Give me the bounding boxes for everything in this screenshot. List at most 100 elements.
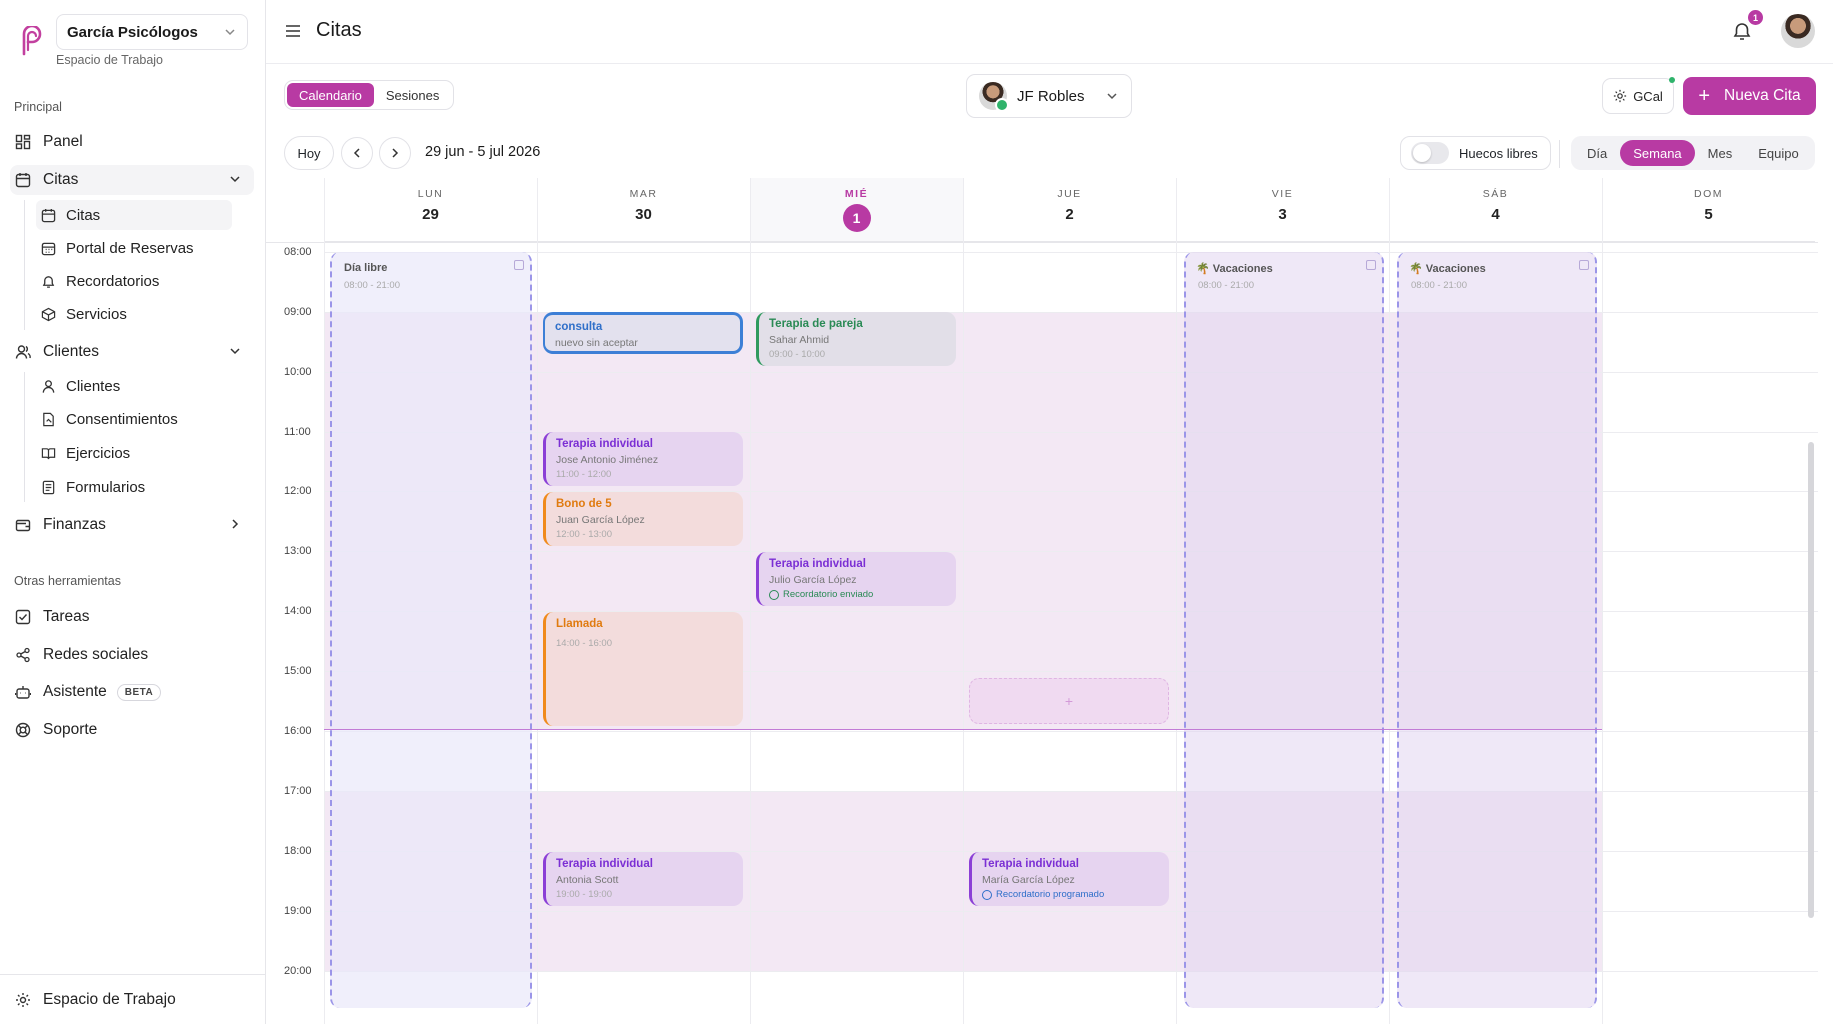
page-title: Citas — [316, 19, 362, 41]
event-title: Terapia individual — [556, 858, 653, 870]
column-divider — [1389, 178, 1390, 1024]
new-appointment-button[interactable]: + Nueva Cita — [1683, 77, 1816, 115]
brand-logo-icon[interactable] — [18, 26, 44, 56]
submenu-guide — [24, 372, 25, 502]
calendar-icon — [1366, 260, 1376, 270]
checkbox-icon — [14, 608, 32, 626]
nav-item-asistente[interactable]: Asistente BETA — [10, 677, 254, 707]
sub-item-portal-reservas[interactable]: Portal de Reservas — [36, 233, 232, 263]
gear-icon — [1614, 89, 1627, 103]
dashboard-icon — [14, 133, 32, 151]
time-off-block-dia-libre[interactable] — [330, 252, 532, 1008]
time-off-time: 08:00 - 21:00 — [1411, 280, 1467, 291]
new-appointment-label: Nueva Cita — [1724, 87, 1801, 104]
calendar-scrollbar[interactable] — [1808, 442, 1814, 918]
sub-label: Formularios — [66, 478, 146, 496]
sub-item-consentimientos[interactable]: Consentimientos — [36, 404, 232, 434]
day-header-lun[interactable]: LUN 29 — [324, 178, 537, 242]
event-time: 11:00 - 12:00 — [556, 469, 612, 480]
gcal-settings-button[interactable]: GCal — [1602, 77, 1675, 114]
workspace-select[interactable]: García Psicólogos — [56, 14, 248, 50]
top-bar: Citas 1 — [266, 0, 1833, 64]
sub-item-clientes[interactable]: Clientes — [36, 371, 232, 401]
next-week-button[interactable] — [379, 137, 411, 169]
sub-item-formularios[interactable]: Formularios — [36, 472, 232, 502]
today-button[interactable]: Hoy — [284, 136, 334, 170]
hour-label: 18:00 — [284, 845, 312, 857]
user-avatar[interactable] — [1781, 14, 1815, 48]
workspace-settings-link[interactable]: Espacio de Trabajo — [10, 985, 254, 1015]
day-header-sab[interactable]: SÁB 4 — [1389, 178, 1602, 242]
time-off-label: Vacaciones — [1425, 263, 1486, 275]
calendar-icon — [40, 207, 56, 223]
tab-sesiones[interactable]: Sesiones — [374, 83, 451, 107]
date-range: 29 jun - 5 jul 2026 — [425, 144, 541, 160]
chevron-down-icon — [230, 348, 240, 355]
new-appointment-slot[interactable]: + — [969, 678, 1169, 724]
view-equipo[interactable]: Equipo — [1745, 140, 1811, 166]
time-off-time: 08:00 - 21:00 — [1198, 280, 1254, 291]
document-signature-icon — [40, 411, 56, 427]
event-terapia-individual[interactable]: Terapia individual Jose Antonio Jiménez … — [543, 432, 743, 486]
day-header-vie[interactable]: VIE 3 — [1176, 178, 1389, 242]
tab-calendario[interactable]: Calendario — [287, 83, 374, 107]
sub-item-recordatorios[interactable]: Recordatorios — [36, 266, 232, 296]
day-of-week: VIE — [1271, 188, 1294, 200]
hamburger-icon[interactable] — [284, 22, 302, 40]
day-of-week: MIÉ — [844, 188, 869, 200]
professional-select[interactable]: JF Robles — [966, 74, 1132, 118]
reminder-status: Recordatorio enviado — [769, 589, 946, 600]
free-slots-toggle[interactable]: Huecos libres — [1400, 136, 1551, 170]
toggle-switch[interactable] — [1411, 142, 1449, 164]
nav-item-redes-sociales[interactable]: Redes sociales — [10, 640, 254, 670]
sub-item-ejercicios[interactable]: Ejercicios — [36, 438, 232, 468]
nav-label: Soporte — [43, 721, 98, 738]
wallet-icon — [14, 516, 32, 534]
nav-item-panel[interactable]: Panel — [10, 127, 254, 157]
event-terapia-pareja[interactable]: Terapia de pareja Sahar Ahmid 09:00 - 10… — [756, 312, 956, 366]
sub-item-citas[interactable]: Citas — [36, 200, 232, 230]
calendar-icon — [514, 260, 524, 270]
event-consulta[interactable]: consulta nuevo sin aceptar — [543, 312, 743, 354]
nav-item-clientes[interactable]: Clientes — [10, 337, 254, 367]
nav-item-soporte[interactable]: Soporte — [10, 715, 254, 745]
gear-icon — [14, 991, 32, 1009]
day-number: 2 — [1065, 206, 1074, 223]
workspace-subtitle: Espacio de Trabajo — [56, 53, 164, 67]
day-header-dom[interactable]: DOM 5 — [1602, 178, 1815, 242]
event-time: 14:00 - 16:00 — [556, 638, 612, 649]
event-bono-de-5[interactable]: Bono de 5 Juan García López 12:00 - 13:0… — [543, 492, 743, 546]
current-time-indicator — [324, 729, 1602, 730]
event-subtitle: Julio García López — [769, 574, 857, 586]
header-divider — [266, 242, 1818, 243]
event-title: Bono de 5 — [556, 498, 612, 510]
nav-label: Panel — [43, 133, 83, 150]
beta-badge: BETA — [116, 683, 162, 701]
bell-icon[interactable] — [1731, 20, 1753, 42]
event-terapia-individual[interactable]: Terapia individual María García López Re… — [969, 852, 1169, 906]
prev-week-button[interactable] — [341, 137, 373, 169]
event-subtitle: Jose Antonio Jiménez — [556, 454, 659, 466]
palm-tree-icon: 🌴 — [1409, 263, 1423, 275]
view-mes[interactable]: Mes — [1695, 140, 1746, 166]
view-semana[interactable]: Semana — [1620, 140, 1695, 166]
sync-status-dot — [1669, 77, 1675, 83]
nav-item-citas[interactable]: Citas — [10, 165, 254, 195]
sub-item-servicios[interactable]: Servicios — [36, 299, 232, 329]
section-label-otras: Otras herramientas — [14, 574, 121, 588]
day-header-mie[interactable]: MIÉ 1 — [750, 178, 963, 242]
event-terapia-individual[interactable]: Terapia individual Julio García López Re… — [756, 552, 956, 606]
nav-item-tareas[interactable]: Tareas — [10, 602, 254, 632]
nav-label: Redes sociales — [43, 646, 149, 663]
time-off-block-vacaciones[interactable] — [1397, 252, 1597, 1008]
user-icon — [14, 343, 32, 361]
nav-item-finanzas[interactable]: Finanzas — [10, 510, 254, 540]
event-terapia-individual[interactable]: Terapia individual Antonia Scott 19:00 -… — [543, 852, 743, 906]
event-llamada[interactable]: Llamada 14:00 - 16:00 — [543, 612, 743, 726]
column-divider — [1602, 178, 1603, 1024]
view-dia[interactable]: Día — [1574, 140, 1620, 166]
day-header-mar[interactable]: MAR 30 — [537, 178, 750, 242]
professional-avatar — [979, 82, 1009, 112]
time-off-block-vacaciones[interactable] — [1184, 252, 1384, 1008]
day-header-jue[interactable]: JUE 2 — [963, 178, 1176, 242]
